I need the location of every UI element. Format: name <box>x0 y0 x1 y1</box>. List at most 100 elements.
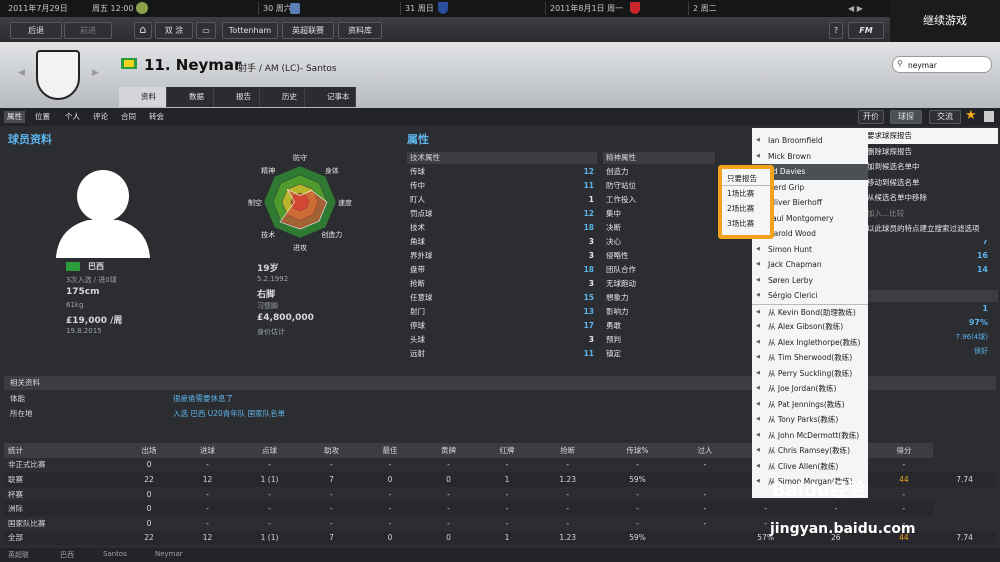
day-aug1[interactable]: 2011年8月1日 周一 <box>545 2 623 15</box>
crumb-4[interactable]: Neymar <box>155 550 183 558</box>
club-menu[interactable]: Tottenham <box>222 22 278 39</box>
stats-header-cell[interactable]: 得分 <box>875 443 934 458</box>
scout-menu-item[interactable]: 从 Chris Ramsey(教练) <box>752 443 868 459</box>
crumb-2[interactable]: 巴西 <box>60 550 74 560</box>
mental-list: 创造力 防守站位 工作投入 集中 决断 决心 侵略性 团队合作 无球跑动 想象力 影响力 勇敢 预判 镇定 <box>603 165 715 361</box>
attr-label: 射门 <box>410 307 425 316</box>
league-menu[interactable]: 英超联赛 <box>282 22 334 39</box>
scroll-arrows[interactable]: ◀ ▶ <box>848 4 863 13</box>
tab-notes[interactable]: 记事本 <box>305 87 356 107</box>
report-menu-item[interactable]: 1场比赛 <box>722 186 770 201</box>
stats-header-cell[interactable]: 传球% <box>599 443 676 458</box>
fm-menu[interactable]: FM <box>848 22 884 39</box>
day-31[interactable]: 31 周日 <box>400 2 434 15</box>
stats-header-cell[interactable]: 过人 <box>676 443 735 458</box>
attr-value: 11 <box>583 349 594 358</box>
tab-reports[interactable]: 报告 <box>214 87 260 107</box>
sub-transfer[interactable]: 转会 <box>149 111 164 123</box>
table-cell: - <box>330 460 333 470</box>
scout-menu-item[interactable]: 从 Pat Jennings(教练) <box>752 397 868 413</box>
stats-header-cell[interactable]: 抢断 <box>536 443 599 458</box>
scout-menu-item[interactable]: 从 John McDermott(教练) <box>752 428 868 444</box>
scout-menu-item[interactable]: 从 Joe Jordan(教练) <box>752 381 868 397</box>
sub-comments[interactable]: 评论 <box>93 111 108 123</box>
tech-attr-row: 罚点球 12 <box>407 207 597 221</box>
scout-menu-item[interactable]: 从 Alex Inglethorpe(教练) <box>752 335 868 351</box>
scout-menu-item[interactable]: 从 Tony Parks(教练) <box>752 412 868 428</box>
stats-header-cell[interactable]: 点球 <box>237 443 303 458</box>
sub-attributes[interactable]: 属性 <box>4 111 25 123</box>
scout-action-item[interactable]: 要求球探报告 <box>851 128 998 144</box>
tab-profile[interactable]: 资料 <box>119 87 167 107</box>
manager-menu[interactable]: 双 涂 <box>155 22 193 39</box>
stats-header-cell[interactable]: 黄牌 <box>419 443 478 458</box>
stats-header-cell[interactable]: 统计 <box>4 443 120 458</box>
scout-menu-item[interactable]: Sérgio Clerici <box>752 288 868 304</box>
report-menu-item[interactable]: 2场比赛 <box>722 201 770 216</box>
stats-header-cell[interactable]: 红牌 <box>478 443 537 458</box>
scout-menu-item[interactable]: Simon Hunt <box>752 242 868 258</box>
next-player-icon[interactable]: ▶ <box>92 68 99 78</box>
table-cell: 59% <box>629 474 646 484</box>
location-value[interactable]: 入选 巴西 U20青年队 国家队名单 <box>173 408 285 419</box>
database-menu[interactable]: 资料库 <box>338 22 382 39</box>
wage: £19,000 /周 <box>66 316 123 326</box>
scout-menu-item[interactable]: 从 Kevin Bond(助理教练) <box>752 303 868 319</box>
sub-contract[interactable]: 合同 <box>121 111 136 123</box>
attributes-title: 属性 <box>407 133 429 146</box>
right-val-4: 1 <box>982 304 988 313</box>
stats-header-cell[interactable]: 进球 <box>178 443 237 458</box>
offer-button[interactable]: 开价 <box>858 110 884 124</box>
sub-positions[interactable]: 位置 <box>35 111 50 123</box>
scout-action-item[interactable]: 移动到候选名单 <box>851 175 998 191</box>
attr-value: 12 <box>583 209 594 218</box>
help-button[interactable]: ? <box>829 22 843 39</box>
fitness-value[interactable]: 很疲倦需要休息了 <box>173 393 233 404</box>
crumb-3[interactable]: Santos <box>103 550 127 558</box>
home-icon[interactable]: ⌂ <box>134 22 152 39</box>
scout-button[interactable]: 球探 <box>890 110 922 124</box>
tab-data[interactable]: 数据 <box>167 87 214 107</box>
scout-menu-item[interactable]: Ian Broomfield <box>752 133 868 149</box>
prev-player-icon[interactable]: ◀ <box>18 68 25 78</box>
star-icon[interactable]: ★ <box>965 108 977 123</box>
scout-menu: 要求球探报告 删除球探报告 加到候选名单中 移动到候选名单 从候选名单中移除 加入...比… <box>851 128 998 240</box>
table-cell: - <box>703 489 707 499</box>
table-cell: - <box>703 460 707 470</box>
attr-value: 12 <box>583 167 594 176</box>
scout-action-item[interactable]: 从候选名单中移除 <box>851 190 998 206</box>
scout-menu-item[interactable]: Mick Brown <box>752 149 868 165</box>
report-menu-item[interactable]: 只要报告 <box>722 171 770 186</box>
forward-button[interactable]: 前进 <box>64 22 112 39</box>
inbox-icon[interactable]: ▭ <box>196 22 216 39</box>
print-icon[interactable] <box>984 111 994 122</box>
scout-menu-item[interactable]: 从 Tim Sherwood(教练) <box>752 350 868 366</box>
right-val-3: 14 <box>976 265 988 274</box>
report-menu-item[interactable]: 3场比赛 <box>722 216 770 231</box>
stats-header-cell[interactable]: 助攻 <box>302 443 361 458</box>
scout-action-item[interactable]: 加入...比较 <box>851 206 998 222</box>
sub-personal[interactable]: 个人 <box>65 111 80 123</box>
search-input[interactable] <box>892 56 992 73</box>
day-aug2[interactable]: 2 周二 <box>688 2 717 15</box>
scout-action-item[interactable]: 加到候选名单中 <box>851 159 998 175</box>
back-button[interactable]: 后退 <box>10 22 62 39</box>
scout-menu-item[interactable]: 从 Alex Gibson(教练) <box>752 319 868 335</box>
technical-list: 传球 12 传中 11 盯人 1 罚点球 12 技术 18 角球 3 界外球 3 盘带 18 抢断 3 任意球 15 射… <box>407 165 597 361</box>
scout-menu-item[interactable]: 从 Clive Allen(教练) <box>752 459 868 475</box>
crumb-1[interactable]: 英超联 <box>8 550 29 560</box>
day-30[interactable]: 30 周六 <box>258 2 292 15</box>
scout-action-item[interactable]: 删除球探报告 <box>851 144 998 160</box>
player-role: 射手 / AM (LC)- Santos <box>238 64 337 74</box>
scout-action-item[interactable]: 以此球员的特点建立搜索过滤选项 <box>851 221 998 237</box>
interact-button[interactable]: 交流 <box>929 110 961 124</box>
stats-header-cell[interactable]: 最佳 <box>361 443 420 458</box>
mental-attr-row: 无球跑动 <box>606 279 636 288</box>
scout-menu-item[interactable]: Søren Lerby <box>752 273 868 289</box>
scout-menu-item[interactable]: Jack Chapman <box>752 257 868 273</box>
continue-button[interactable]: 继续游戏 <box>890 0 1000 42</box>
stats-header-cell[interactable]: 出场 <box>120 443 179 458</box>
nation: 巴西 <box>88 262 104 271</box>
tab-history[interactable]: 历史 <box>260 87 305 107</box>
scout-menu-item[interactable]: 从 Perry Suckling(教练) <box>752 366 868 382</box>
